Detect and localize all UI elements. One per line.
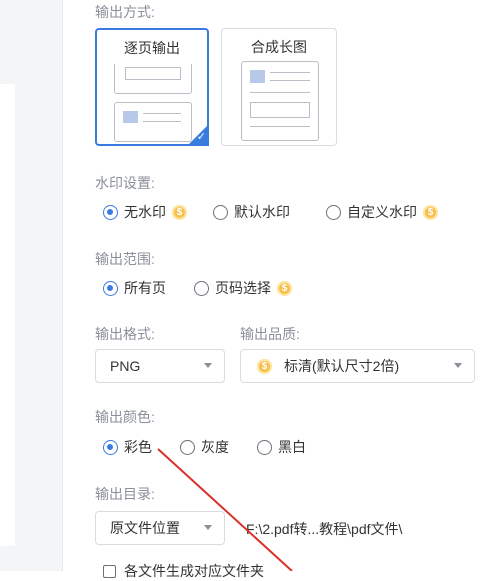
annotation-arrow — [157, 448, 293, 571]
annotation-line — [157, 448, 293, 571]
